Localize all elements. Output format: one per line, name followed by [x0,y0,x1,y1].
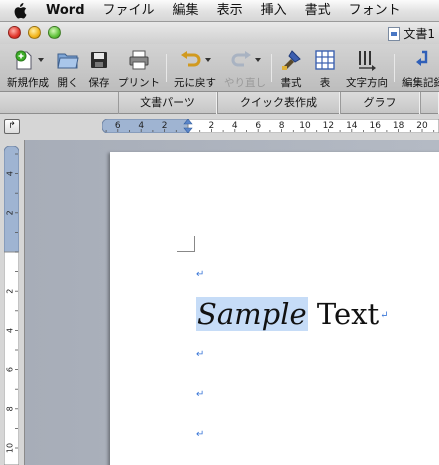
horizontal-ruler-row: ↱ 6 4 2 2 4 6 8 10 12 14 16 18 20 [0,114,439,140]
body-text[interactable]: Text [308,297,379,331]
ruler-number: 2 [162,121,168,131]
horizontal-ruler[interactable]: 6 4 2 2 4 6 8 10 12 14 16 18 20 [102,119,439,133]
ruler-number: 4 [138,121,144,131]
open-folder-icon [57,53,79,69]
tab-charts[interactable]: グラフ [340,92,420,114]
text-direction-label: 文字方向 [346,77,388,89]
tab-stop-selector[interactable]: ↱ [4,119,20,134]
ruler-number: 2 [6,289,15,294]
elements-gallery-bar: 文書パーツ クイック表作成 グラフ [0,92,439,114]
apple-menu-icon[interactable] [0,2,40,19]
print-label: プリント [118,77,160,89]
ruler-number: 4 [232,121,238,131]
ruler-number: 4 [6,328,15,333]
minimize-window-button[interactable] [28,26,41,39]
ruler-number: 14 [346,121,358,131]
format-label: 書式 [280,77,302,89]
menu-format[interactable]: 書式 [296,0,340,21]
table-button[interactable]: 表 [312,48,338,92]
paragraph-mark: ↵ [196,269,205,280]
chevron-down-icon [254,58,261,62]
zoom-window-button[interactable] [48,26,61,39]
ruler-number: 10 [299,121,311,131]
text-line[interactable]: Sample Text↵ [196,296,389,334]
window-title: 文書1 [388,25,435,42]
menu-edit[interactable]: 編集 [164,0,208,21]
window-title-bar: 文書1 [0,22,439,44]
chevron-down-icon [204,58,211,62]
vertical-ruler[interactable]: 4 2 2 4 6 8 10 [4,146,19,465]
menu-file[interactable]: ファイル [94,0,164,21]
paragraph-mark: ↵ [196,389,205,400]
selected-text[interactable]: Sample [196,297,308,331]
ruler-number: 18 [393,121,405,131]
ruler-number: 6 [115,121,121,131]
tab-overflow[interactable] [420,92,439,114]
tab-stop-icon: ↱ [8,121,16,131]
menu-view[interactable]: 表示 [208,0,252,21]
undo-label: 元に戻す [174,77,216,89]
new-document-button[interactable]: 新規作成 [4,48,52,92]
table-grid-icon [315,50,335,70]
text-direction-button[interactable]: 文字方向 [342,48,392,92]
track-changes-icon [416,50,428,66]
ruler-number: 4 [6,171,15,176]
redo-button: やり直し [222,48,268,92]
ruler-number: 2 [209,121,215,131]
format-painter-button[interactable]: 書式 [276,48,306,92]
toolbar-separator [166,54,167,82]
redo-label: やり直し [224,77,266,89]
open-label: 開く [57,77,79,89]
ruler-number: 6 [255,121,261,131]
ruler-number: 8 [6,406,15,411]
undo-button[interactable]: 元に戻す [170,48,220,92]
toolbar-separator [271,54,272,82]
track-changes-label: 編集記録 [402,77,439,89]
menu-insert[interactable]: 挿入 [252,0,296,21]
format-brush-icon [282,50,301,70]
menu-bar: Word ファイル 編集 表示 挿入 書式 フォント [0,0,439,22]
paragraph-mark: ↵ [380,310,389,321]
undo-arrow-icon [180,51,200,67]
redo-arrow-icon [231,51,251,67]
ruler-number: 2 [6,210,15,215]
track-changes-button[interactable]: 編集記録 [398,48,439,92]
menu-app-word[interactable]: Word [40,0,94,21]
window-title-text: 文書1 [403,27,435,41]
paragraph-mark: ↵ [196,429,205,440]
save-button[interactable]: 保存 [84,48,114,92]
save-disk-icon [91,52,107,68]
ruler-number: 6 [6,367,15,372]
printer-icon [129,50,149,70]
menu-font[interactable]: フォント [340,0,410,21]
tab-document-parts[interactable]: 文書パーツ [118,92,217,114]
document-page[interactable]: ↵ Sample Text↵ ↵ ↵ ↵ [110,152,439,465]
tab-quick-tables[interactable]: クイック表作成 [217,92,340,114]
vertical-ruler-column: 4 2 2 4 6 8 10 [0,140,24,465]
ruler-number: 10 [6,443,15,453]
chevron-down-icon [37,58,44,62]
ruler-number: 16 [369,121,381,131]
close-window-button[interactable] [8,26,21,39]
save-label: 保存 [88,77,110,89]
new-document-icon [15,50,31,70]
ruler-number: 8 [279,121,285,131]
new-document-label: 新規作成 [7,77,49,89]
table-label: 表 [319,77,331,89]
standard-toolbar: 新規作成 開く 保存 プリント 元に戻す やり直し 書式 表 文字方向 編集記録 [0,44,439,92]
ruler-number: 20 [416,121,428,131]
print-button[interactable]: プリント [116,48,162,92]
text-direction-icon [359,51,376,71]
open-button[interactable]: 開く [54,48,82,92]
document-canvas: ↵ Sample Text↵ ↵ ↵ ↵ [24,140,439,465]
margin-corner-guide [177,236,195,252]
document-icon [388,26,401,41]
ruler-number: 12 [323,121,334,131]
paragraph-mark: ↵ [196,349,205,360]
toolbar-separator [394,54,395,82]
